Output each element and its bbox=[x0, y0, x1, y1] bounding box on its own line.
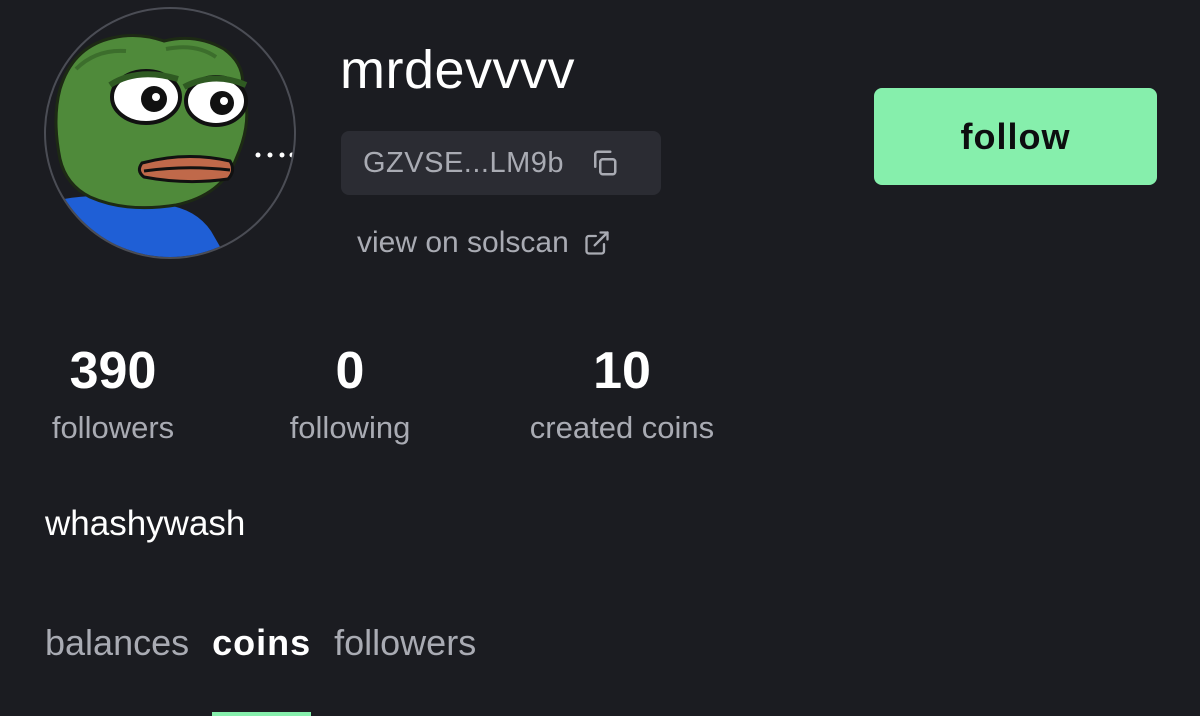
wallet-address-copy[interactable]: GZVSE...LM9b bbox=[341, 131, 661, 195]
tab-balances[interactable]: balances bbox=[45, 620, 189, 716]
follow-button[interactable]: follow bbox=[874, 88, 1157, 185]
pepe-frog-avatar-image bbox=[46, 34, 294, 257]
tab-coins[interactable]: coins bbox=[212, 620, 312, 716]
tab-followers-label: followers bbox=[334, 622, 477, 663]
avatar bbox=[44, 7, 296, 259]
tab-balances-label: balances bbox=[45, 622, 190, 663]
followers-label: followers bbox=[51, 410, 175, 445]
followers-stat[interactable]: 390 followers bbox=[44, 340, 182, 450]
username: mrdevvvv bbox=[340, 40, 576, 100]
following-label: following bbox=[289, 410, 411, 445]
created-coins-label: created coins bbox=[529, 410, 715, 445]
profile-page: mrdevvvv GZVSE...LM9b view on solscan fo… bbox=[0, 0, 1200, 716]
wallet-address: GZVSE...LM9b bbox=[363, 146, 565, 179]
view-on-solscan-link[interactable]: view on solscan bbox=[357, 226, 613, 260]
created-coins-stat[interactable]: 10 created coins bbox=[517, 340, 727, 450]
active-tab-indicator bbox=[212, 712, 312, 716]
followers-count: 390 bbox=[69, 342, 157, 400]
tab-followers[interactable]: followers bbox=[334, 620, 476, 716]
external-link-icon bbox=[583, 228, 613, 258]
following-stat[interactable]: 0 following bbox=[281, 340, 419, 450]
copy-icon[interactable] bbox=[588, 147, 620, 179]
solscan-link-label: view on solscan bbox=[357, 226, 569, 259]
profile-bio: whashywash bbox=[45, 504, 246, 543]
following-count: 0 bbox=[335, 342, 365, 400]
tab-coins-label: coins bbox=[212, 622, 312, 663]
created-coins-count: 10 bbox=[593, 342, 651, 400]
profile-tabs: balances coins followers bbox=[45, 620, 499, 716]
